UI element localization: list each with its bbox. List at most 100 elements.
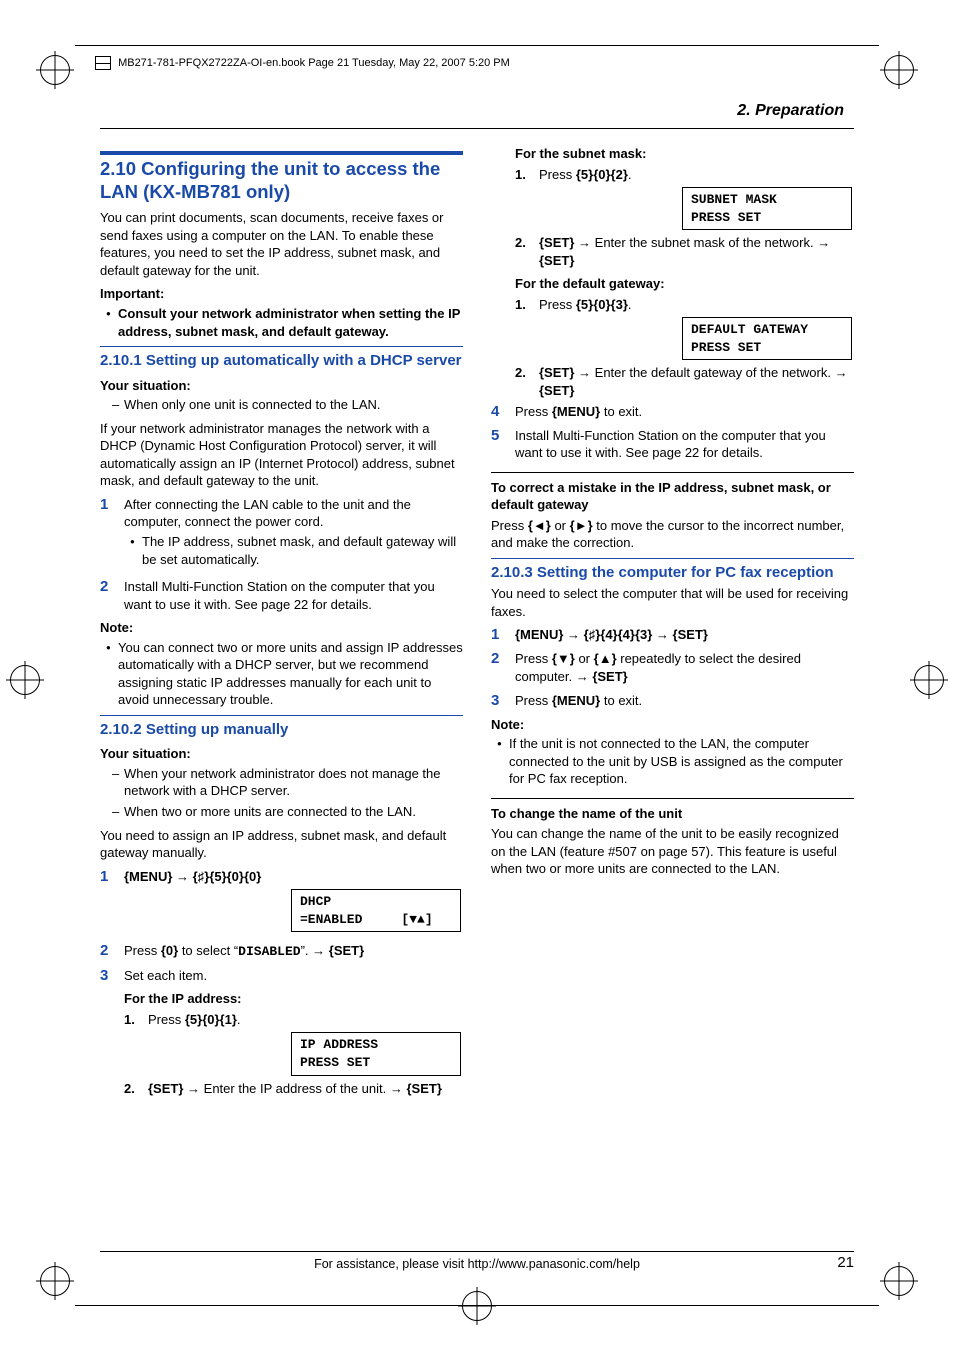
important-list: Consult your network administrator when … bbox=[100, 305, 463, 340]
section-2-10-3: 2.10.3 Setting the computer for PC fax r… bbox=[491, 558, 854, 878]
change-name-paragraph: You can change the name of the unit to b… bbox=[491, 825, 854, 878]
dhcp-explain: If your network administrator manages th… bbox=[100, 420, 463, 490]
book-header-text: MB271-781-PFQX2722ZA-OI-en.book Page 21 … bbox=[118, 57, 510, 69]
arrow-icon: → bbox=[574, 365, 591, 380]
situation-dash-2b: When two or more units are connected to … bbox=[100, 803, 463, 821]
gw-sub-1: 1. Press {5}{0}{3}. bbox=[515, 296, 854, 314]
correct-label: To correct a mistake in the IP address, … bbox=[491, 479, 854, 514]
note-list-3: If the unit is not connected to the LAN,… bbox=[491, 735, 854, 788]
arrow-icon: → bbox=[817, 235, 830, 250]
arrow-icon: → bbox=[312, 943, 329, 958]
heading-2-10-3: 2.10.3 Setting the computer for PC fax r… bbox=[491, 558, 854, 583]
key-up: {▲} bbox=[594, 651, 617, 666]
key-501: {5}{0}{1} bbox=[185, 1012, 237, 1027]
mono-disabled: DISABLED bbox=[238, 944, 300, 959]
key-set: {SET} bbox=[592, 669, 627, 684]
heading-2-10: 2.10 Configuring the unit to access the … bbox=[100, 157, 463, 203]
heading-2-10-2: 2.10.2 Setting up manually bbox=[100, 715, 463, 740]
arrow-icon: → bbox=[652, 627, 672, 642]
important-label: Important: bbox=[100, 285, 463, 303]
t: Enter the subnet mask of the network. bbox=[591, 235, 817, 250]
key-right: {►} bbox=[570, 518, 593, 533]
key-set: {SET} bbox=[539, 253, 574, 268]
section-2-10-2-head: 2.10.2 Setting up manually Your situatio… bbox=[100, 715, 463, 862]
s2-step-5: 5 Install Multi-Function Station on the … bbox=[491, 427, 854, 462]
section-2-10: 2.10 Configuring the unit to access the … bbox=[100, 151, 463, 340]
key-set: {SET} bbox=[148, 1081, 183, 1096]
key-set: {SET} bbox=[329, 943, 364, 958]
step-number: 2 bbox=[491, 650, 505, 685]
s1-step-2: 2 Install Multi-Function Station on the … bbox=[100, 578, 463, 613]
s3-intro: You need to select the computer that wil… bbox=[491, 585, 854, 620]
ip-sub-2: 2. {SET} → Enter the IP address of the u… bbox=[124, 1080, 463, 1098]
step-number: 3 bbox=[491, 692, 505, 710]
footer-text: For assistance, please visit http://www.… bbox=[314, 1257, 640, 1271]
note-label-1: Note: bbox=[100, 619, 463, 637]
content-columns: 2.10 Configuring the unit to access the … bbox=[100, 145, 854, 1241]
key-menu: {MENU} bbox=[552, 693, 600, 708]
thin-rule bbox=[491, 472, 854, 473]
key-menu: {MENU} bbox=[124, 869, 172, 884]
s2-step-2: 2 Press {0} to select “DISABLED”. → {SET… bbox=[100, 942, 463, 961]
s2-step5-text: Install Multi-Function Station on the co… bbox=[515, 427, 854, 462]
arrow-icon: → bbox=[183, 1081, 200, 1096]
step-number: 2 bbox=[100, 578, 114, 613]
key-set: {SET} bbox=[539, 235, 574, 250]
header-rule bbox=[100, 128, 854, 129]
arrow-icon: → bbox=[576, 669, 593, 684]
situation-list-2: When your network administrator does not… bbox=[100, 765, 463, 821]
section-header: 2. Preparation bbox=[737, 100, 844, 122]
t: to select “ bbox=[178, 943, 238, 958]
important-bullet: Consult your network administrator when … bbox=[118, 306, 460, 339]
step-number: 1 bbox=[100, 868, 114, 937]
situation-dash-2a: When your network administrator does not… bbox=[100, 765, 463, 800]
key-0: {0} bbox=[161, 943, 178, 958]
t: Press bbox=[491, 518, 528, 533]
sub-number: 2. bbox=[515, 234, 533, 269]
step-number: 2 bbox=[100, 942, 114, 961]
key-503: {5}{0}{3} bbox=[576, 297, 628, 312]
arrow-icon: → bbox=[390, 1081, 407, 1096]
step-number: 1 bbox=[100, 496, 114, 572]
key-set: {SET} bbox=[539, 383, 574, 398]
footer: For assistance, please visit http://www.… bbox=[100, 1251, 854, 1273]
t: Press bbox=[539, 167, 576, 182]
lcd-display-subnet: SUBNET MASK PRESS SET bbox=[682, 187, 852, 230]
registration-mark-bl bbox=[40, 1266, 70, 1296]
s2-intro: You need to assign an IP address, subnet… bbox=[100, 827, 463, 862]
thin-rule bbox=[491, 798, 854, 799]
t: Enter the IP address of the unit. bbox=[200, 1081, 390, 1096]
s3-step-1: 1 {MENU} → {♯}{4}{4}{3} → {SET} bbox=[491, 626, 854, 644]
note-bullet-1: You can connect two or more units and as… bbox=[100, 639, 463, 709]
key-menu: {MENU} bbox=[552, 404, 600, 419]
situation-dash-1: When only one unit is connected to the L… bbox=[100, 396, 463, 414]
s1-step1-sub: The IP address, subnet mask, and default… bbox=[124, 533, 463, 568]
s2-step3-subnet: For the subnet mask: 1. Press {5}{0}{2}.… bbox=[491, 145, 854, 400]
arrow-icon: → bbox=[835, 365, 848, 380]
sub-number: 1. bbox=[124, 1011, 142, 1029]
section-2-10-1: 2.10.1 Setting up automatically with a D… bbox=[100, 346, 463, 709]
book-icon bbox=[95, 56, 111, 70]
your-situation-label-2: Your situation: bbox=[100, 745, 463, 763]
your-situation-label-1: Your situation: bbox=[100, 377, 463, 395]
s2-step-3: 3 Set each item. For the IP address: 1. … bbox=[100, 967, 463, 1100]
step-number: 4 bbox=[491, 403, 505, 421]
lcd-display-gateway: DEFAULT GATEWAY PRESS SET bbox=[682, 317, 852, 360]
key-502: {5}{0}{2} bbox=[576, 167, 628, 182]
t: Press bbox=[539, 297, 576, 312]
registration-mark-r bbox=[914, 665, 944, 695]
sm-sub-1: 1. Press {5}{0}{2}. bbox=[515, 166, 854, 184]
t: Enter the default gateway of the network… bbox=[591, 365, 835, 380]
sub-number: 1. bbox=[515, 296, 533, 314]
for-subnet-label: For the subnet mask: bbox=[515, 145, 854, 163]
for-gateway-label: For the default gateway: bbox=[515, 275, 854, 293]
s2-step3-text: Set each item. bbox=[124, 968, 207, 983]
key-menu: {MENU} bbox=[515, 627, 563, 642]
note-label-3: Note: bbox=[491, 716, 854, 734]
s2-step-4: 4 Press {MENU} to exit. bbox=[491, 403, 854, 421]
s3-step-3: 3 Press {MENU} to exit. bbox=[491, 692, 854, 710]
intro-paragraph: You can print documents, scan documents,… bbox=[100, 209, 463, 279]
for-ip-label: For the IP address: bbox=[124, 990, 463, 1008]
t: to exit. bbox=[600, 404, 642, 419]
sub-number: 2. bbox=[515, 364, 533, 399]
